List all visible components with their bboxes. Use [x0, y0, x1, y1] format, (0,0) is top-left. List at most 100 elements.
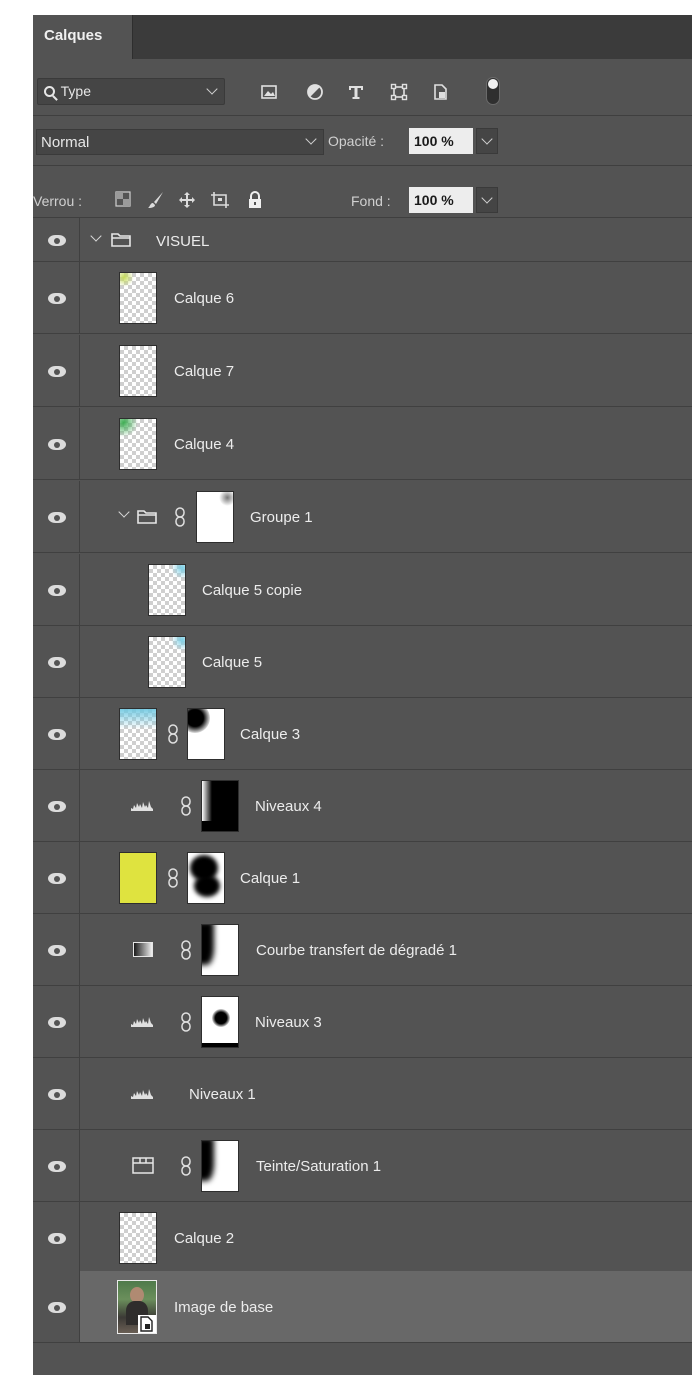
layer-row-calque-5-copie[interactable]: Calque 5 copie [33, 554, 692, 626]
layer-mask-thumbnail[interactable] [196, 491, 234, 543]
layer-row-teinte-saturation-1[interactable]: Teinte/Saturation 1 [33, 1130, 692, 1202]
shape-filter-icon[interactable] [390, 83, 408, 101]
opacity-input[interactable]: 100 % [409, 128, 473, 154]
fill-input[interactable]: 100 % [409, 187, 473, 213]
visibility-toggle[interactable] [33, 986, 80, 1057]
layer-name: Calque 5 copie [202, 582, 303, 599]
lock-transparency-icon[interactable] [115, 191, 131, 207]
divider [33, 165, 692, 166]
layers-panel: Calques Type Normal Opacité : 100 % Verr… [33, 15, 692, 1375]
visibility-toggle[interactable] [33, 914, 80, 985]
eye-icon [48, 1089, 66, 1100]
expand-chevron-icon[interactable] [118, 506, 130, 518]
visibility-toggle[interactable] [33, 1271, 80, 1342]
visibility-toggle[interactable] [33, 1202, 80, 1273]
eye-icon [48, 1233, 66, 1244]
layer-row-calque-3[interactable]: Calque 3 [33, 698, 692, 770]
layer-row-niveaux-1[interactable]: Niveaux 1 [33, 1058, 692, 1130]
lock-artboard-crop-icon[interactable] [210, 191, 230, 209]
layer-name: Niveaux 3 [255, 1014, 322, 1031]
layer-row-calque-6[interactable]: Calque 6 [33, 262, 692, 334]
layer-mask-thumbnail[interactable] [201, 924, 239, 976]
layer-thumbnail [119, 708, 157, 760]
visibility-toggle[interactable] [33, 408, 80, 479]
layer-name: Teinte/Saturation 1 [256, 1158, 382, 1175]
eye-icon [48, 801, 66, 812]
layer-row-calque-5[interactable]: Calque 5 [33, 626, 692, 698]
link-chain-icon[interactable] [173, 507, 187, 527]
fill-label: Fond : [351, 193, 391, 209]
eye-icon [48, 1302, 66, 1313]
layer-mask-thumbnail[interactable] [201, 1140, 239, 1192]
link-chain-icon[interactable] [179, 940, 193, 960]
lock-all-padlock-icon[interactable] [247, 191, 263, 209]
link-chain-icon[interactable] [166, 724, 180, 744]
image-filter-icon[interactable] [260, 83, 278, 101]
layer-thumbnail [148, 636, 186, 688]
visibility-toggle[interactable] [33, 1058, 80, 1129]
layer-thumbnail [119, 345, 157, 397]
chevron-down-icon [481, 192, 493, 204]
expand-chevron-icon[interactable] [90, 230, 102, 242]
layer-row-courbe-transfert-degrade-1[interactable]: Courbe transfert de dégradé 1 [33, 914, 692, 986]
visibility-toggle[interactable] [33, 335, 80, 406]
smart-object-thumbnail [117, 1280, 157, 1334]
layer-mask-thumbnail[interactable] [201, 996, 239, 1048]
layer-row-visuel[interactable]: VISUEL [33, 218, 692, 262]
search-icon [44, 86, 55, 97]
filter-toggle-switch[interactable] [486, 77, 500, 105]
visibility-toggle[interactable] [33, 698, 80, 769]
visibility-toggle[interactable] [33, 262, 80, 333]
eye-icon [48, 512, 66, 523]
layer-row-calque-2[interactable]: Calque 2 [33, 1202, 692, 1274]
lock-position-move-icon[interactable] [178, 191, 196, 209]
visibility-toggle[interactable] [33, 481, 80, 552]
layer-row-groupe-1[interactable]: Groupe 1 [33, 481, 692, 553]
gradient-map-icon [133, 942, 153, 957]
chevron-down-icon [305, 133, 317, 145]
layer-mask-thumbnail[interactable] [187, 708, 225, 760]
eye-icon [48, 657, 66, 668]
hue-saturation-icon [132, 1157, 154, 1174]
visibility-toggle[interactable] [33, 842, 80, 913]
link-chain-icon[interactable] [166, 868, 180, 888]
layer-row-niveaux-3[interactable]: Niveaux 3 [33, 986, 692, 1058]
layer-thumbnail [119, 1212, 157, 1264]
levels-histogram-icon [131, 801, 153, 811]
smart-object-filter-icon[interactable] [431, 83, 449, 101]
type-filter-icon[interactable] [347, 83, 365, 101]
eye-icon [48, 235, 66, 246]
layer-thumbnail [119, 418, 157, 470]
link-chain-icon[interactable] [179, 1012, 193, 1032]
eye-icon [48, 1161, 66, 1172]
layer-row-calque-1[interactable]: Calque 1 [33, 842, 692, 914]
blend-mode-select[interactable]: Normal [36, 129, 324, 155]
eye-icon [48, 1017, 66, 1028]
eye-icon [48, 729, 66, 740]
visibility-toggle[interactable] [33, 218, 80, 261]
blend-mode-value: Normal [41, 134, 90, 151]
adjustment-filter-icon[interactable] [306, 83, 324, 101]
layer-row-image-de-base[interactable]: Image de base [33, 1271, 692, 1343]
layer-row-calque-4[interactable]: Calque 4 [33, 408, 692, 480]
link-chain-icon[interactable] [179, 1156, 193, 1176]
visibility-toggle[interactable] [33, 554, 80, 625]
layer-mask-thumbnail[interactable] [187, 852, 225, 904]
link-chain-icon[interactable] [179, 796, 193, 816]
fill-dropdown[interactable] [476, 187, 498, 213]
lock-pixels-brush-icon[interactable] [147, 191, 165, 209]
chevron-down-icon [206, 83, 218, 95]
layer-name: Calque 4 [174, 436, 235, 453]
layer-name: Calque 7 [174, 363, 235, 380]
lock-label: Verrou : [33, 193, 83, 209]
layer-row-calque-7[interactable]: Calque 7 [33, 335, 692, 407]
visibility-toggle[interactable] [33, 770, 80, 841]
layer-filter-select[interactable]: Type [37, 78, 225, 105]
tab-calques[interactable]: Calques [33, 15, 133, 59]
opacity-dropdown[interactable] [476, 128, 498, 154]
levels-histogram-icon [131, 1089, 153, 1099]
visibility-toggle[interactable] [33, 1130, 80, 1201]
visibility-toggle[interactable] [33, 626, 80, 697]
layer-row-niveaux-4[interactable]: Niveaux 4 [33, 770, 692, 842]
layer-mask-thumbnail[interactable] [201, 780, 239, 832]
